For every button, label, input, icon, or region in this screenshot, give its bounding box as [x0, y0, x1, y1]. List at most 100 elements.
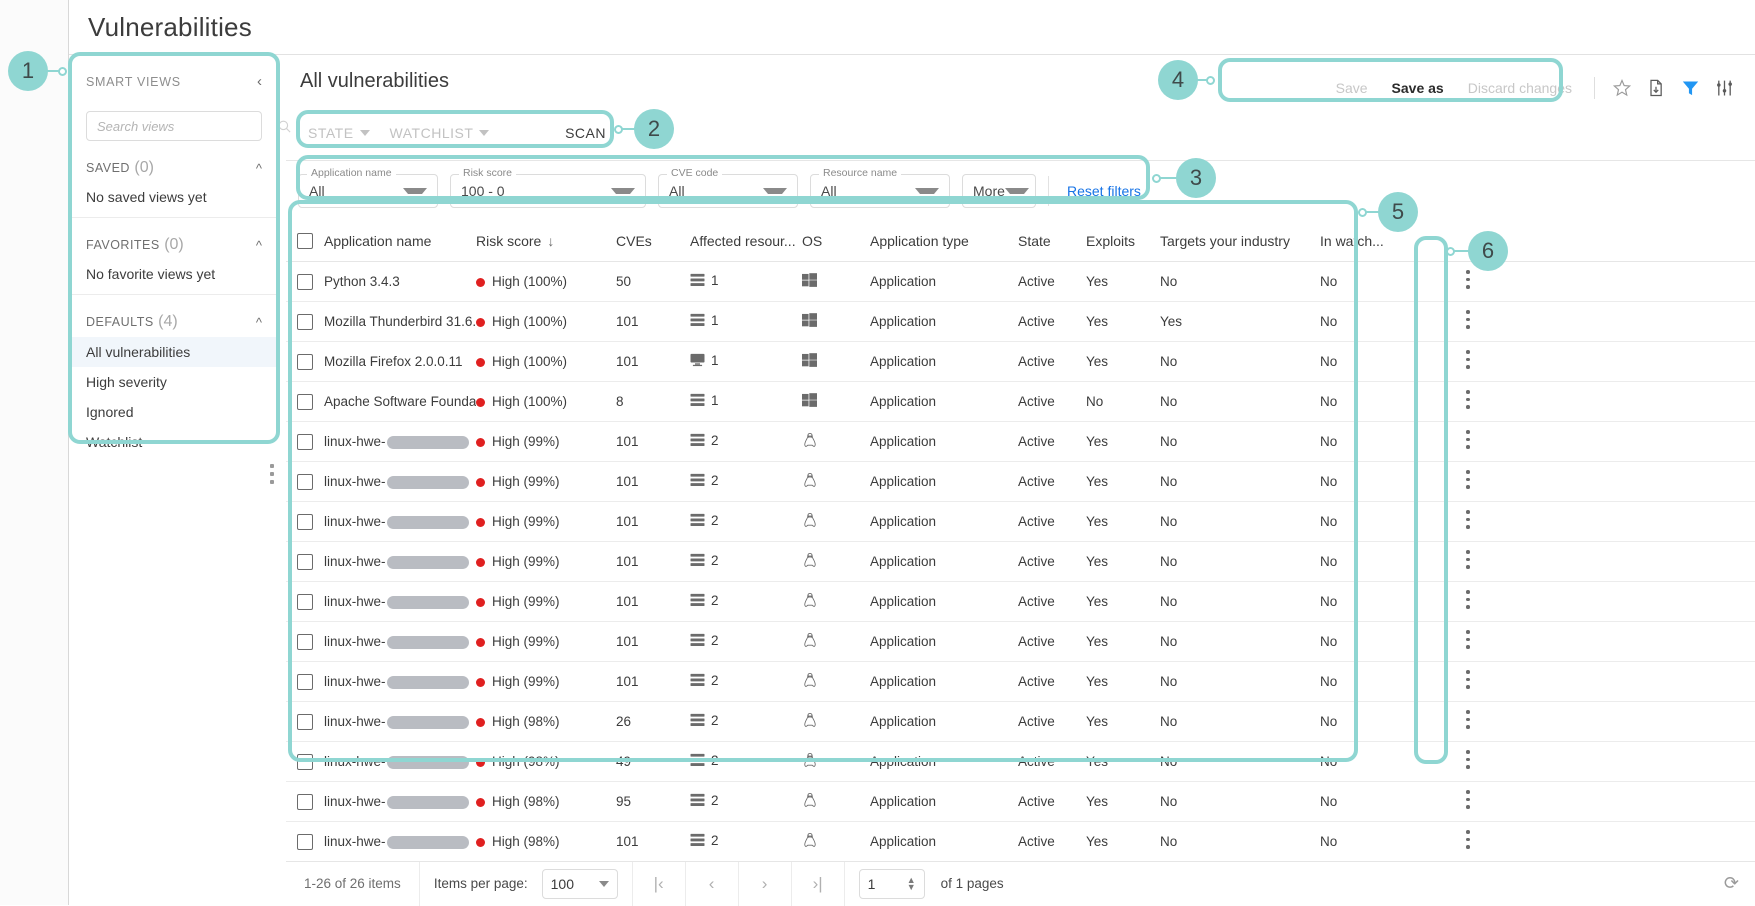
sidebar-item-watchlist[interactable]: Watchlist [72, 427, 276, 457]
column-header-in-watchlist[interactable]: In watch... [1320, 233, 1438, 249]
search-views-field[interactable] [86, 111, 262, 141]
row-checkbox[interactable] [297, 274, 313, 290]
table-row[interactable]: linux-hwe-High (98%)492ApplicationActive… [286, 742, 1755, 782]
row-checkbox[interactable] [297, 474, 313, 490]
row-checkbox[interactable] [297, 394, 313, 410]
export-file-icon[interactable] [1639, 74, 1673, 102]
row-menu-icon[interactable] [1466, 510, 1470, 533]
next-page-icon[interactable]: › [739, 874, 791, 894]
row-menu-icon[interactable] [1466, 630, 1470, 653]
row-menu-icon[interactable] [1466, 310, 1470, 333]
table-row[interactable]: linux-hwe-High (99%)1012ApplicationActiv… [286, 462, 1755, 502]
chevron-left-icon[interactable]: ‹ [257, 74, 262, 89]
cell-in-watchlist: No [1320, 434, 1438, 449]
row-checkbox[interactable] [297, 314, 313, 330]
last-page-icon[interactable]: ›| [792, 874, 844, 894]
row-menu-icon[interactable] [1466, 550, 1470, 573]
table-row[interactable]: linux-hwe-High (99%)1012ApplicationActiv… [286, 662, 1755, 702]
column-header-cves[interactable]: CVEs [616, 233, 690, 249]
row-menu-icon[interactable] [1466, 350, 1470, 373]
risk-severity-dot [476, 798, 485, 807]
more-filters-dropdown[interactable]: More [962, 174, 1036, 208]
table-row[interactable]: linux-hwe-High (98%)1012ApplicationActiv… [286, 822, 1755, 861]
group-header-saved[interactable]: SAVED (0) ^ [72, 159, 276, 177]
group-header-defaults[interactable]: DEFAULTS (4) ^ [72, 313, 276, 331]
row-checkbox[interactable] [297, 754, 313, 770]
row-checkbox[interactable] [297, 554, 313, 570]
filter-icon[interactable] [1673, 74, 1707, 102]
row-menu-icon[interactable] [1466, 710, 1470, 733]
chevron-up-icon[interactable]: ^ [256, 315, 262, 330]
prev-page-icon[interactable]: ‹ [686, 874, 738, 894]
row-menu-icon[interactable] [1466, 790, 1470, 813]
row-menu-icon[interactable] [1466, 470, 1470, 493]
row-select-cell [286, 714, 324, 730]
table-row[interactable]: Python 3.4.3High (100%)501ApplicationAct… [286, 262, 1755, 302]
table-row[interactable]: Apache Software FoundationHigh (100%)81A… [286, 382, 1755, 422]
row-checkbox[interactable] [297, 634, 313, 650]
state-dropdown[interactable]: STATE [298, 125, 380, 141]
save-as-button[interactable]: Save as [1380, 76, 1456, 100]
table-row[interactable]: Mozilla Firefox 2.0.0.11High (100%)1011A… [286, 342, 1755, 382]
row-menu-icon[interactable] [1466, 750, 1470, 773]
row-checkbox[interactable] [297, 714, 313, 730]
column-header-application-type[interactable]: Application type [870, 233, 1018, 249]
filter-risk-score[interactable]: Risk score 100 - 0 [450, 174, 646, 208]
select-all-checkbox[interactable] [297, 233, 313, 249]
group-header-favorites[interactable]: FAVORITES (0) ^ [72, 236, 276, 254]
column-settings-icon[interactable] [1707, 74, 1741, 102]
row-checkbox[interactable] [297, 794, 313, 810]
first-page-icon[interactable]: |‹ [633, 874, 685, 894]
table-row[interactable]: linux-hwe-High (99%)1012ApplicationActiv… [286, 422, 1755, 462]
row-checkbox[interactable] [297, 354, 313, 370]
star-icon[interactable] [1605, 74, 1639, 102]
panel-resize-handle[interactable] [270, 464, 276, 488]
table-row[interactable]: linux-hwe-High (99%)1012ApplicationActiv… [286, 582, 1755, 622]
cell-risk-score: High (100%) [476, 394, 616, 409]
column-header-state[interactable]: State [1018, 233, 1086, 249]
column-header-affected-resources[interactable]: Affected resour... [690, 233, 802, 249]
filter-resource-name[interactable]: Resource name All [810, 174, 950, 208]
filter-cve-code[interactable]: CVE code All [658, 174, 798, 208]
chevron-up-icon[interactable]: ^ [256, 238, 262, 253]
sidebar-item-all-vulnerabilities[interactable]: All vulnerabilities [72, 337, 276, 367]
row-actions-cell [1438, 390, 1498, 413]
table-row[interactable]: Mozilla Thunderbird 31.6.0High (100%)101… [286, 302, 1755, 342]
row-menu-icon[interactable] [1466, 430, 1470, 453]
column-header-targets-your-industry[interactable]: Targets your industry [1160, 233, 1320, 249]
scan-tab[interactable]: SCAN [565, 125, 618, 141]
of-pages-label: of 1 pages [939, 876, 1004, 891]
discard-changes-button[interactable]: Discard changes [1456, 76, 1584, 100]
watchlist-dropdown[interactable]: WATCHLIST [380, 125, 500, 141]
reset-filters-button[interactable]: Reset filters [1061, 183, 1147, 199]
search-input[interactable] [95, 118, 277, 135]
stepper-icon[interactable]: ▲▼ [907, 877, 916, 891]
filter-application-name[interactable]: Application name All [298, 174, 438, 208]
table-row[interactable]: linux-hwe-High (99%)1012ApplicationActiv… [286, 622, 1755, 662]
row-checkbox[interactable] [297, 434, 313, 450]
column-header-exploits[interactable]: Exploits [1086, 233, 1160, 249]
table-row[interactable]: linux-hwe-High (99%)1012ApplicationActiv… [286, 502, 1755, 542]
column-header-application-name[interactable]: Application name [324, 233, 476, 249]
save-button[interactable]: Save [1324, 76, 1380, 100]
column-header-os[interactable]: OS [802, 233, 870, 249]
row-menu-icon[interactable] [1466, 390, 1470, 413]
row-menu-icon[interactable] [1466, 270, 1470, 293]
row-checkbox[interactable] [297, 834, 313, 850]
row-menu-icon[interactable] [1466, 830, 1470, 853]
sidebar-item-high-severity[interactable]: High severity [72, 367, 276, 397]
row-checkbox[interactable] [297, 674, 313, 690]
table-row[interactable]: linux-hwe-High (99%)1012ApplicationActiv… [286, 542, 1755, 582]
row-checkbox[interactable] [297, 594, 313, 610]
row-checkbox[interactable] [297, 514, 313, 530]
table-row[interactable]: linux-hwe-High (98%)952ApplicationActive… [286, 782, 1755, 822]
sidebar-item-ignored[interactable]: Ignored [72, 397, 276, 427]
row-menu-icon[interactable] [1466, 590, 1470, 613]
items-per-page-select[interactable]: 100 [542, 869, 618, 899]
row-menu-icon[interactable] [1466, 670, 1470, 693]
table-row[interactable]: linux-hwe-High (98%)262ApplicationActive… [286, 702, 1755, 742]
refresh-icon[interactable]: ⟳ [1724, 873, 1755, 894]
page-number-input[interactable]: 1 ▲▼ [859, 869, 925, 899]
chevron-up-icon[interactable]: ^ [256, 161, 262, 176]
column-header-risk-score[interactable]: Risk score↓ [476, 233, 616, 249]
